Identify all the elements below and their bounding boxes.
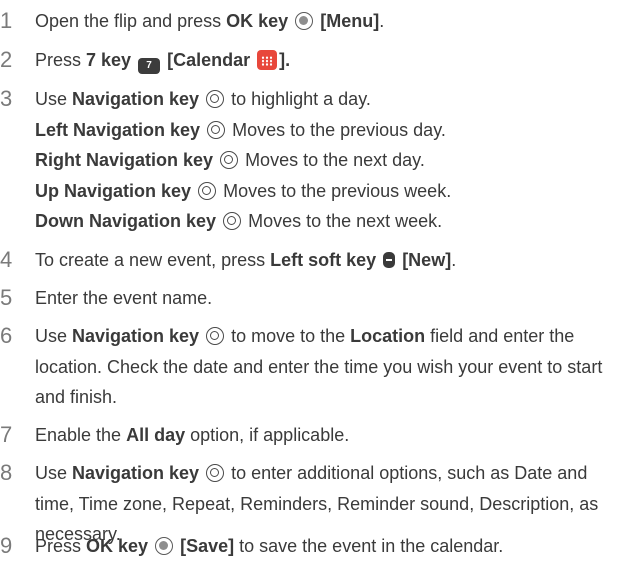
substep-down: Down Navigation key Moves to the next we… [35, 211, 443, 231]
navigation-key-icon [206, 327, 225, 345]
ok-key-icon [295, 12, 314, 30]
right-navigation-key-icon [220, 151, 239, 169]
navigation-key-icon [206, 464, 225, 482]
manual-page: 1 Open the flip and press OK key [Menu].… [0, 0, 622, 566]
step-text: Open the flip and press OK key [Menu]. [35, 11, 385, 31]
ok-key-icon [155, 537, 174, 555]
step-number: 8 [0, 460, 13, 485]
step-text: Enable the All day option, if applicable… [35, 425, 350, 445]
step-number: 9 [0, 533, 13, 558]
step-text: Enter the event name. [35, 288, 213, 308]
step-number: 6 [0, 323, 13, 348]
step-number: 5 [0, 285, 13, 310]
step-text: Press 7 key 7 [Calendar ]. [35, 45, 618, 76]
up-navigation-key-icon [198, 181, 217, 200]
substep-right: Right Navigation key Moves to the next d… [35, 150, 425, 170]
step-text: To create a new event, press Left soft k… [35, 250, 457, 270]
step-text: Use Navigation key to move to the Locati… [35, 326, 603, 407]
calendar-app-icon [257, 50, 278, 70]
seven-key-icon: 7 [138, 58, 161, 74]
step-number: 1 [0, 8, 13, 33]
substep-up: Up Navigation key Moves to the previous … [35, 180, 452, 201]
step-number: 4 [0, 247, 13, 272]
down-navigation-key-icon [223, 212, 242, 230]
step-number: 3 [0, 86, 13, 111]
step-number: 7 [0, 422, 13, 447]
step-number: 2 [0, 47, 13, 72]
substep-left: Left Navigation key Moves to the previou… [35, 119, 446, 140]
left-navigation-key-icon [207, 120, 226, 139]
step-text: Use Navigation key to highlight a day. [35, 89, 371, 109]
step-text: Press OK key [Save] to save the event in… [35, 536, 504, 556]
navigation-key-icon [206, 90, 225, 108]
left-soft-key-icon [383, 252, 396, 268]
